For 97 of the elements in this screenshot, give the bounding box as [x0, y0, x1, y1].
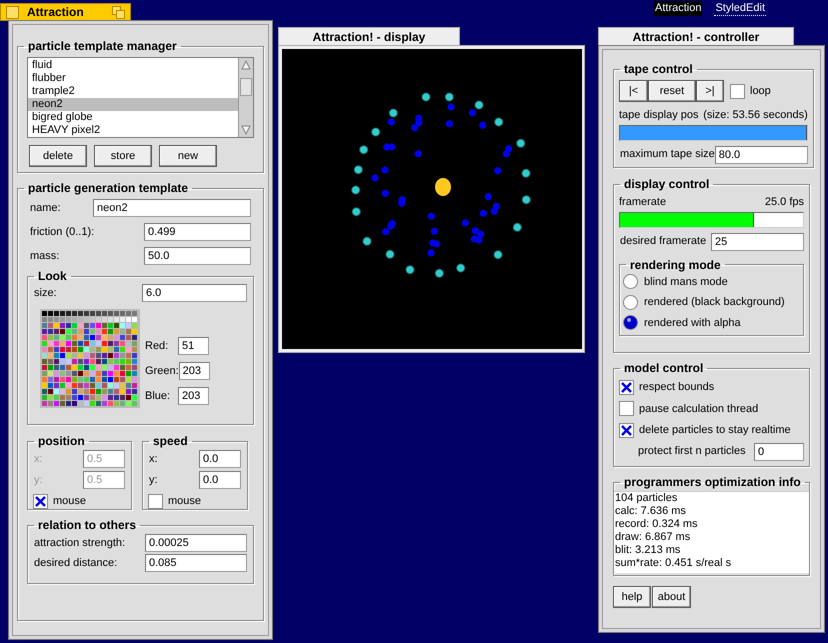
- input-field[interactable]: 0.00025: [145, 534, 247, 552]
- group-title: Look: [37, 269, 68, 283]
- input-field[interactable]: 0.085: [145, 554, 247, 572]
- input-field[interactable]: 6.0: [142, 284, 247, 302]
- input-field[interactable]: 0: [754, 442, 804, 460]
- group-title: position: [37, 434, 86, 448]
- field-label: 25.0 fps: [764, 195, 804, 210]
- checkbox[interactable]: [619, 401, 634, 416]
- field-label: attraction strength:: [34, 536, 126, 551]
- group-title: programmers optimization info: [623, 475, 802, 489]
- list-item[interactable]: fluid: [28, 59, 238, 72]
- list-item[interactable]: trample2: [28, 85, 238, 98]
- checkbox[interactable]: [148, 494, 163, 509]
- push-button[interactable]: store: [94, 145, 152, 167]
- field-label: blind mans mode: [644, 274, 728, 290]
- checkbox[interactable]: [619, 422, 634, 438]
- field-label: mouse: [53, 494, 86, 509]
- input-field[interactable]: 50.0: [144, 247, 251, 265]
- color-palette[interactable]: [40, 309, 140, 408]
- push-button[interactable]: delete: [29, 145, 87, 167]
- push-button[interactable]: |<: [619, 80, 648, 102]
- checkbox[interactable]: [730, 84, 745, 98]
- push-button[interactable]: new: [159, 145, 217, 167]
- field-label: Blue:: [145, 388, 170, 404]
- field-label: mass:: [30, 248, 60, 264]
- radio-button[interactable]: [623, 315, 638, 330]
- group-title: particle template manager: [27, 39, 178, 53]
- input-field[interactable]: 80.0: [714, 146, 808, 164]
- push-button[interactable]: reset: [648, 80, 696, 102]
- list-item[interactable]: neon2: [28, 98, 238, 111]
- field-label: Green:: [145, 364, 179, 379]
- input-field[interactable]: neon2: [93, 199, 251, 217]
- push-button[interactable]: >|: [696, 80, 724, 102]
- field-label: Red:: [145, 338, 168, 354]
- field-label: respect bounds: [639, 380, 714, 395]
- group-title: speed: [152, 434, 189, 448]
- field-label: x:: [34, 452, 43, 467]
- list-item[interactable]: flubber: [28, 72, 238, 85]
- push-button[interactable]: help: [613, 586, 651, 608]
- group-title: relation to others: [37, 518, 138, 532]
- field-label: framerate: [619, 195, 666, 210]
- window-title: Attraction: [27, 4, 85, 21]
- window-tab[interactable]: Attraction! - controller: [598, 27, 794, 46]
- field-label: pause calculation thread: [639, 402, 758, 416]
- close-box-icon[interactable]: [6, 6, 19, 18]
- window-tab[interactable]: Attraction: [0, 3, 131, 21]
- window-title: Attraction! - display: [312, 28, 426, 46]
- input-field[interactable]: 25: [711, 232, 804, 250]
- input-field[interactable]: 51: [178, 337, 209, 355]
- info-line: 104 particles: [615, 492, 678, 505]
- window-tab[interactable]: Attraction! - display: [278, 27, 460, 46]
- field-label: (size: 53.56 seconds): [703, 108, 808, 123]
- list-item[interactable]: HEAVY pixel2: [28, 124, 238, 137]
- field-label: x:: [149, 452, 158, 467]
- field-label: delete particles to stay realtime: [639, 423, 791, 438]
- field-label: protect first n particles: [638, 444, 746, 460]
- input-field[interactable]: 203: [178, 362, 210, 380]
- radio-button[interactable]: [623, 274, 638, 290]
- zoom-box-icon[interactable]: [112, 6, 125, 18]
- field-label: mouse: [168, 494, 202, 509]
- deskbar-item[interactable]: Attraction: [654, 1, 702, 16]
- scroll-thumb[interactable]: [240, 78, 252, 96]
- field-label: tape display pos: [619, 108, 698, 123]
- group-title: display control: [623, 177, 710, 191]
- scroll-up-icon[interactable]: [239, 58, 253, 72]
- field-label: rendered with alpha: [644, 316, 741, 330]
- input-field[interactable]: 0.0: [199, 450, 241, 468]
- info-line: draw: 6.867 ms: [615, 531, 692, 544]
- field-label: friction (0..1):: [30, 224, 94, 240]
- field-label: rendered (black background): [644, 295, 785, 310]
- field-label: y:: [149, 472, 158, 488]
- deskbar-item[interactable]: StyledEdit: [714, 1, 766, 16]
- window-title: Attraction! - controller: [632, 28, 760, 46]
- group-title: model control: [623, 361, 704, 375]
- field-label: desired distance:: [34, 556, 118, 571]
- field-label: name:: [30, 200, 61, 216]
- field-label: y:: [34, 472, 43, 488]
- list-item[interactable]: bigred globe: [28, 111, 238, 124]
- input-field[interactable]: 0.0: [199, 471, 241, 489]
- info-line: calc: 7.636 ms: [615, 505, 687, 518]
- group-title: rendering mode: [629, 258, 722, 272]
- checkbox[interactable]: [619, 380, 634, 395]
- field-label: maximum tape size: [620, 147, 715, 162]
- radio-button[interactable]: [623, 294, 638, 310]
- input-field[interactable]: 0.499: [144, 223, 251, 241]
- scroll-down-icon[interactable]: [239, 123, 253, 137]
- info-line: sum*rate: 0.451 s/real s: [615, 557, 732, 570]
- push-button[interactable]: about: [652, 586, 691, 608]
- info-line: blit: 3.213 ms: [615, 544, 682, 557]
- field-label: desired framerate: [620, 234, 706, 250]
- scrollbar[interactable]: [238, 58, 253, 137]
- field-label: loop: [750, 84, 771, 99]
- field-label: size:: [34, 286, 57, 301]
- input-field[interactable]: 203: [178, 387, 209, 405]
- group-title: particle generation template: [27, 181, 190, 195]
- info-line: record: 0.324 ms: [615, 518, 699, 531]
- group-title: tape control: [623, 62, 694, 76]
